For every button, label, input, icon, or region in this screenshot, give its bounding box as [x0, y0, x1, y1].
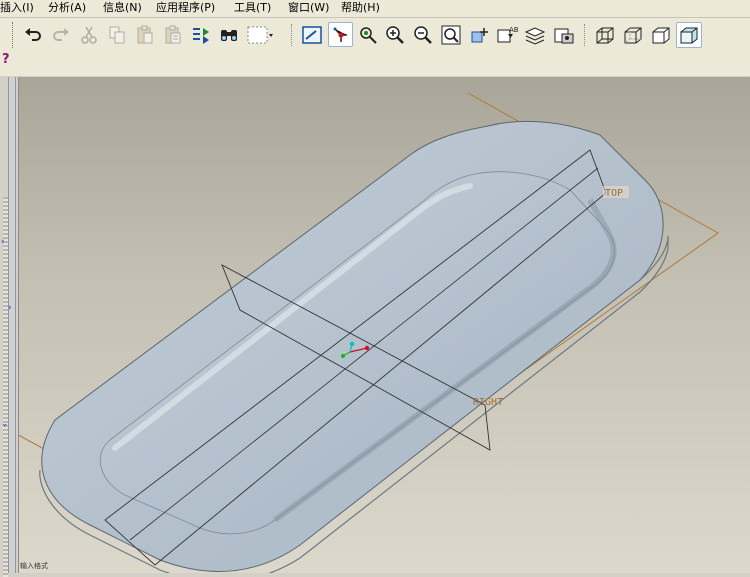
selection-box-dropdown[interactable]	[246, 24, 274, 46]
navigator-sash[interactable]: ‹ › ⌄	[0, 77, 19, 577]
shading-button[interactable]	[676, 22, 702, 48]
no-hidden-icon	[652, 27, 670, 44]
collapse-left-icon[interactable]: ‹	[1, 237, 5, 247]
reorient-button[interactable]	[468, 24, 490, 46]
collapse-down-icon[interactable]: ⌄	[1, 419, 9, 429]
svg-text:AB: AB	[509, 26, 518, 34]
repaint-icon	[302, 26, 322, 44]
undo-button[interactable]	[22, 24, 44, 46]
selection-box-icon	[247, 26, 273, 44]
cut-button[interactable]	[78, 24, 100, 46]
copy-button[interactable]	[106, 24, 128, 46]
saved-views-button[interactable]: AB	[496, 24, 518, 46]
no-hidden-button[interactable]	[650, 24, 672, 46]
view-manager-icon	[554, 28, 574, 44]
reorient-icon	[471, 28, 488, 43]
zoom-in-icon	[386, 26, 404, 44]
hidden-line-icon	[624, 27, 642, 44]
copy-icon	[109, 26, 125, 44]
menu-help[interactable]: 帮助(H)	[341, 1, 380, 15]
toolbar-separator	[291, 24, 293, 46]
layers-icon	[524, 27, 546, 45]
find-button[interactable]	[218, 24, 240, 46]
model-canvas: TOP RIGHT T	[0, 92, 719, 573]
undo-icon	[25, 28, 41, 41]
spin-center-icon	[333, 27, 347, 42]
regenerate-icon	[193, 28, 209, 44]
wireframe-button[interactable]	[594, 24, 616, 46]
menu-info[interactable]: 信息(N)	[103, 1, 142, 15]
regenerate-button[interactable]	[190, 24, 212, 46]
top-datum-label[interactable]: TOP	[605, 188, 623, 199]
help-context-icon[interactable]: ?	[2, 52, 10, 67]
sash-rail	[8, 77, 16, 573]
find-icon	[221, 30, 237, 41]
menu-applications[interactable]: 应用程序(P)	[156, 1, 215, 15]
paste-button[interactable]	[134, 24, 156, 46]
repaint-button[interactable]	[301, 24, 323, 46]
cut-icon	[81, 26, 97, 44]
zoom-in-button[interactable]	[384, 24, 406, 46]
layers-button[interactable]	[524, 24, 546, 46]
refit-button[interactable]	[440, 24, 462, 46]
zoom-out-button[interactable]	[412, 24, 434, 46]
wireframe-icon	[596, 27, 614, 44]
redo-icon	[53, 28, 69, 41]
expand-right-icon[interactable]: ›	[8, 303, 12, 313]
hidden-line-button[interactable]	[622, 24, 644, 46]
view-manager-button[interactable]	[553, 24, 575, 46]
spin-center-button[interactable]	[328, 22, 353, 47]
menu-analysis[interactable]: 分析(A)	[48, 1, 86, 15]
refit-icon	[441, 25, 461, 45]
menu-insert[interactable]: 插入(I)	[0, 1, 34, 15]
menu-tools[interactable]: 工具(T)	[234, 1, 271, 15]
menu-bar: 插入(I) 分析(A) 信息(N) 应用程序(P) 工具(T) 窗口(W) 帮助…	[0, 0, 750, 18]
orient-mode-icon	[360, 27, 377, 44]
orient-mode-button[interactable]	[357, 24, 379, 46]
right-datum-label[interactable]: RIGHT	[473, 397, 503, 408]
status-text: 输入格式	[20, 562, 48, 570]
zoom-out-icon	[414, 26, 432, 44]
paste-special-button[interactable]	[162, 24, 184, 46]
graphics-viewport[interactable]: TOP RIGHT T	[0, 77, 750, 573]
redo-button[interactable]	[50, 24, 72, 46]
toolbar-grip[interactable]	[12, 22, 14, 48]
menu-window[interactable]: 窗口(W)	[288, 1, 329, 15]
saved-views-icon: AB	[497, 26, 518, 43]
paste-icon	[137, 25, 153, 44]
toolbar: AB ?	[0, 18, 750, 76]
paste-special-icon	[165, 25, 181, 44]
shading-icon	[680, 27, 698, 44]
toolbar-separator	[584, 24, 586, 46]
